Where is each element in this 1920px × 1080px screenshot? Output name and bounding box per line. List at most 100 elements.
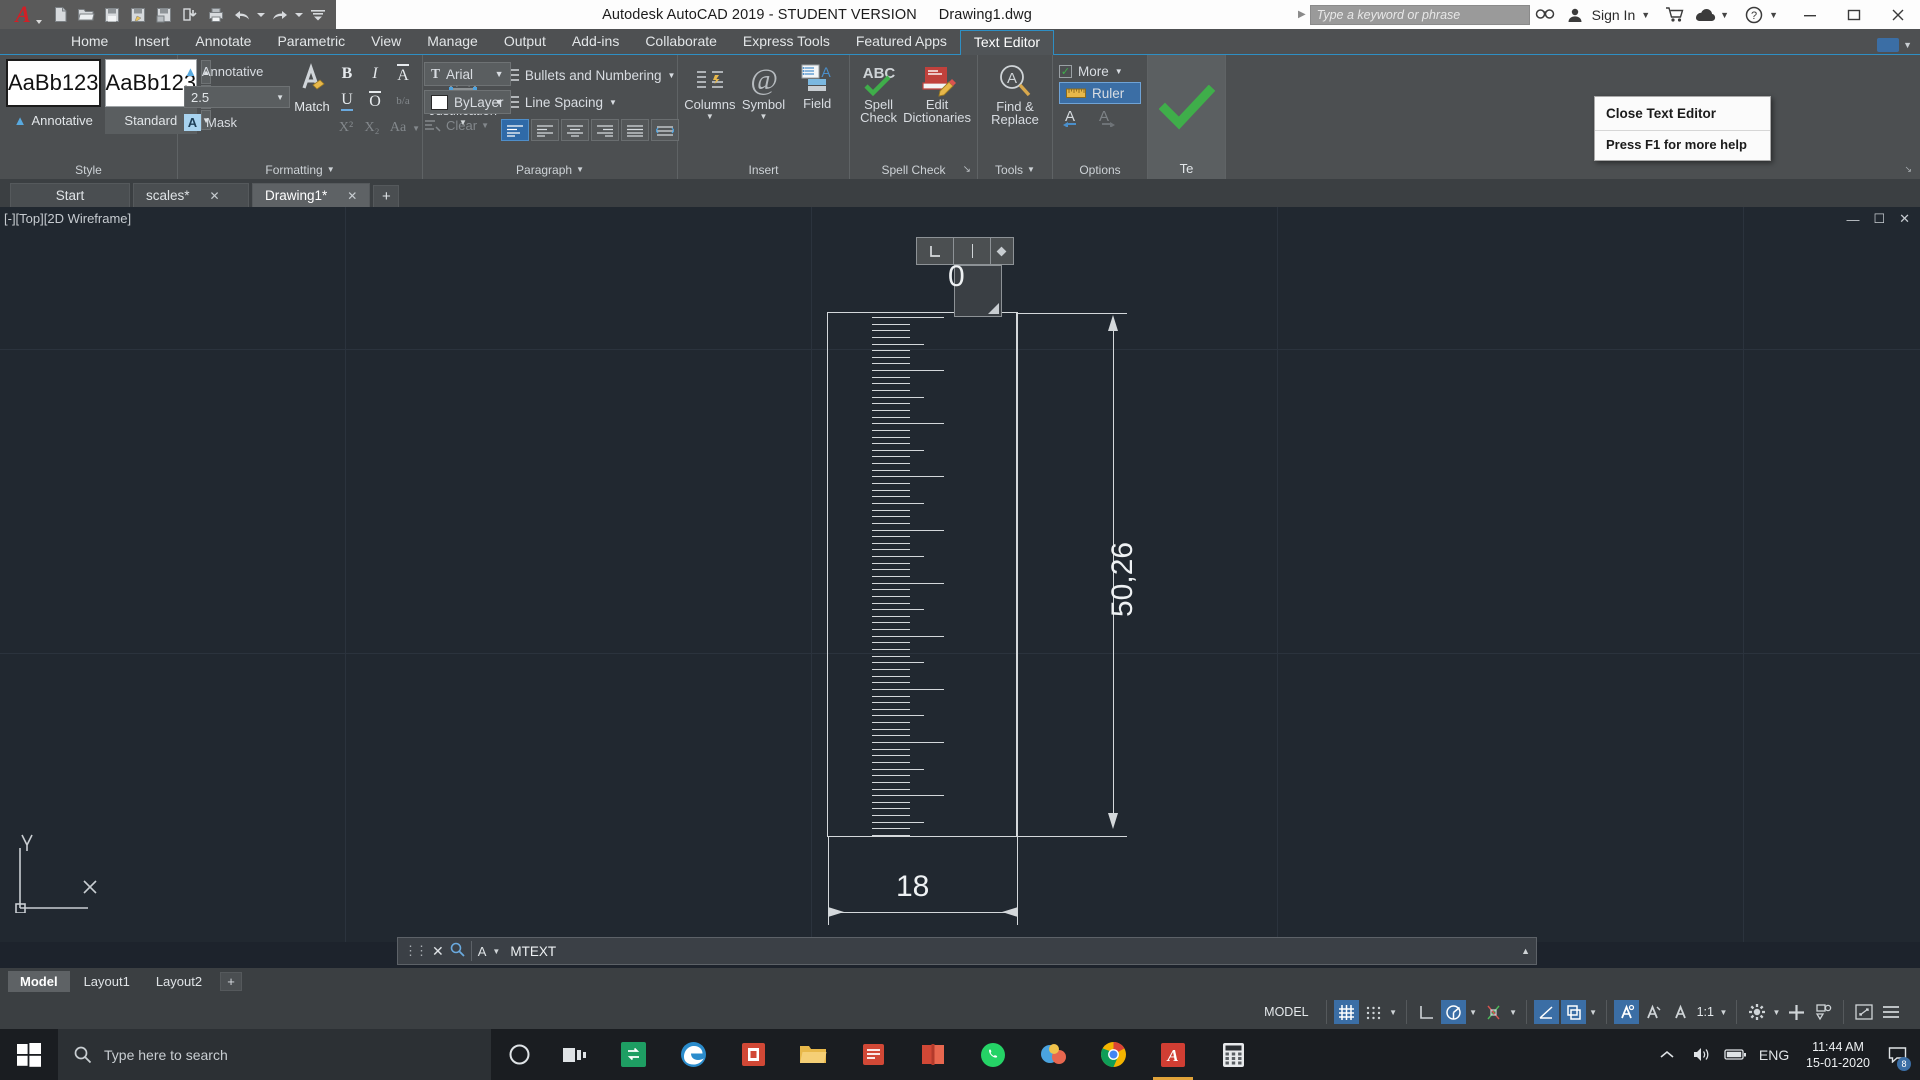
taskbar-search-box[interactable]: Type here to search — [58, 1029, 491, 1080]
subscript-button[interactable]: X₂ — [360, 116, 384, 140]
status-model-space[interactable]: MODEL — [1247, 1000, 1325, 1024]
style-preview-annotative[interactable]: AaBb123 — [6, 59, 101, 107]
snap-mode-toggle[interactable] — [1361, 1000, 1386, 1024]
new-document-tab-button[interactable]: + — [373, 185, 400, 207]
customization-menu-icon[interactable] — [1878, 1000, 1903, 1024]
symbol-button[interactable]: @ Symbol ▼ — [738, 59, 790, 121]
ribbon-tab-parametric[interactable]: Parametric — [264, 30, 358, 54]
annotative-toggle[interactable]: ▲ Annotative — [184, 59, 290, 84]
calculator-icon[interactable] — [1203, 1029, 1263, 1080]
search-icon[interactable] — [1530, 0, 1560, 29]
align-default-button[interactable] — [500, 119, 529, 141]
italic-button[interactable]: I — [362, 62, 388, 86]
horizontal-dimension-text[interactable]: 18 — [896, 870, 929, 904]
align-left-button[interactable] — [530, 119, 559, 141]
plot-icon[interactable] — [204, 3, 228, 26]
whatsapp-icon[interactable] — [963, 1029, 1023, 1080]
ribbon-tab-annotate[interactable]: Annotate — [182, 30, 264, 54]
document-tab-start[interactable]: Start — [10, 183, 130, 207]
underline-button[interactable]: U — [334, 89, 360, 113]
command-prompt-text[interactable]: MTEXT — [506, 944, 1515, 959]
align-justify-button[interactable] — [620, 119, 649, 141]
redo-dropdown-icon[interactable] — [294, 3, 304, 26]
spell-dialog-launcher[interactable]: ↘ — [963, 164, 971, 175]
text-color-dropdown[interactable]: ByLayer ▼ — [424, 90, 511, 114]
osnap-tracking-dropdown-icon[interactable]: ▼ — [1508, 1008, 1519, 1017]
polar-tracking-toggle[interactable] — [1440, 1000, 1466, 1024]
window-close-button[interactable] — [1876, 0, 1920, 29]
volume-icon[interactable] — [1684, 1029, 1718, 1080]
superscript-button[interactable]: X² — [334, 116, 358, 140]
ribbon-tab-view[interactable]: View — [358, 30, 414, 54]
osnap-dropdown-icon[interactable]: ▼ — [1588, 1008, 1599, 1017]
notification-center-button[interactable]: 8 — [1880, 1029, 1914, 1080]
bullets-numbering-button[interactable]: Bullets and Numbering ▼ — [501, 63, 679, 87]
search-expand-icon[interactable]: ▶ — [1298, 9, 1306, 20]
polar-dropdown-icon[interactable]: ▼ — [1468, 1008, 1479, 1017]
find-replace-button[interactable]: A Find & Replace — [984, 59, 1046, 126]
help-icon[interactable]: ? — [1739, 0, 1769, 29]
text-style-annotative[interactable]: AaBb123 ▲ Annotative — [6, 59, 101, 134]
sticky-icon[interactable] — [843, 1029, 903, 1080]
ribbon-tab-addins[interactable]: Add-ins — [559, 30, 632, 54]
chevron-down-icon[interactable]: ▼ — [576, 165, 584, 174]
change-case-button[interactable]: Aa — [386, 116, 410, 140]
ribbon-tab-manage[interactable]: Manage — [414, 30, 491, 54]
mtext-value-text[interactable]: 0 — [948, 260, 965, 294]
chevron-down-icon[interactable]: ▼ — [327, 165, 335, 174]
layout-tab-layout1[interactable]: Layout1 — [72, 971, 142, 992]
command-search-icon[interactable] — [450, 942, 465, 960]
layout-tab-model[interactable]: Model — [8, 971, 70, 992]
document-tab-drawing1[interactable]: Drawing1* ✕ — [252, 183, 371, 207]
close-icon[interactable]: ✕ — [210, 189, 220, 203]
chevron-down-icon[interactable]: ▼ — [706, 112, 714, 121]
command-history-icon[interactable]: A — [478, 944, 487, 959]
infocenter-search-input[interactable]: Type a keyword or phrase — [1309, 4, 1530, 25]
drawing-canvas[interactable]: [-][Top][2D Wireframe] — ☐ ✕ 50,26 18 0 — [0, 207, 1920, 942]
battery-icon[interactable] — [1718, 1029, 1752, 1080]
checkbox-checked-icon[interactable]: ✓ — [1059, 65, 1072, 78]
annotation-scale-value[interactable]: 1:1 — [1695, 1005, 1716, 1019]
ribbon-tab-home[interactable]: Home — [58, 30, 121, 54]
ruler-toggle-button[interactable]: Ruler — [1059, 82, 1141, 104]
redo-icon[interactable] — [268, 3, 292, 26]
save-as-icon[interactable] — [126, 3, 150, 26]
ribbon-tab-featured-apps[interactable]: Featured Apps — [843, 30, 960, 54]
open-icon[interactable] — [74, 3, 98, 26]
language-indicator[interactable]: ENG — [1752, 1029, 1796, 1080]
edit-dictionaries-button[interactable]: Edit Dictionaries — [903, 59, 971, 124]
ribbon-tab-express-tools[interactable]: Express Tools — [730, 30, 843, 54]
viewport-minimize-icon[interactable]: — — [1846, 212, 1859, 227]
grid-display-toggle[interactable] — [1333, 1000, 1359, 1024]
chevron-down-icon[interactable]: ▼ — [1027, 165, 1035, 174]
line-spacing-button[interactable]: Line Spacing ▼ — [501, 90, 679, 114]
mtext-ruler-handle-icon[interactable] — [991, 238, 1013, 264]
undo-icon[interactable] — [230, 3, 254, 26]
ribbon-tab-output[interactable]: Output — [491, 30, 559, 54]
application-menu-button[interactable]: A — [0, 0, 46, 29]
columns-button[interactable]: Columns ▼ — [684, 59, 736, 121]
stacked-fraction-button[interactable]: b/a — [390, 89, 416, 113]
viewport-label[interactable]: [-][Top][2D Wireframe] — [4, 211, 131, 226]
show-annotation-objects-toggle[interactable] — [1560, 1000, 1586, 1024]
spell-check-button[interactable]: ABC Spell Check — [856, 59, 901, 124]
cortana-button[interactable] — [491, 1029, 547, 1080]
shopping-cart-icon[interactable] — [1660, 0, 1690, 29]
window-maximize-button[interactable] — [1832, 0, 1876, 29]
book-icon[interactable] — [903, 1029, 963, 1080]
object-snap-toggle[interactable] — [1533, 1000, 1559, 1024]
ribbon-tab-text-editor[interactable]: Text Editor — [959, 30, 1055, 55]
workspace-settings-icon[interactable] — [1744, 1000, 1769, 1024]
workspace-dropdown-icon[interactable]: ▼ — [1771, 1008, 1782, 1017]
mtext-resize-grip[interactable] — [988, 303, 999, 314]
user-account-icon[interactable] — [1560, 0, 1590, 29]
match-properties-button[interactable]: Match — [294, 59, 330, 114]
bold-button[interactable]: B — [334, 62, 360, 86]
edge-icon[interactable] — [663, 1029, 723, 1080]
autocad-icon[interactable]: A — [1143, 1029, 1203, 1080]
command-line[interactable]: ⋮⋮ ✕ A ▼ MTEXT ▲ — [397, 937, 1537, 965]
close-icon[interactable]: ✕ — [347, 189, 357, 203]
workspace-chip-icon[interactable] — [1877, 38, 1900, 52]
paint3d-icon[interactable] — [1023, 1029, 1083, 1080]
more-options-button[interactable]: ✓ More ▼ — [1059, 64, 1141, 79]
